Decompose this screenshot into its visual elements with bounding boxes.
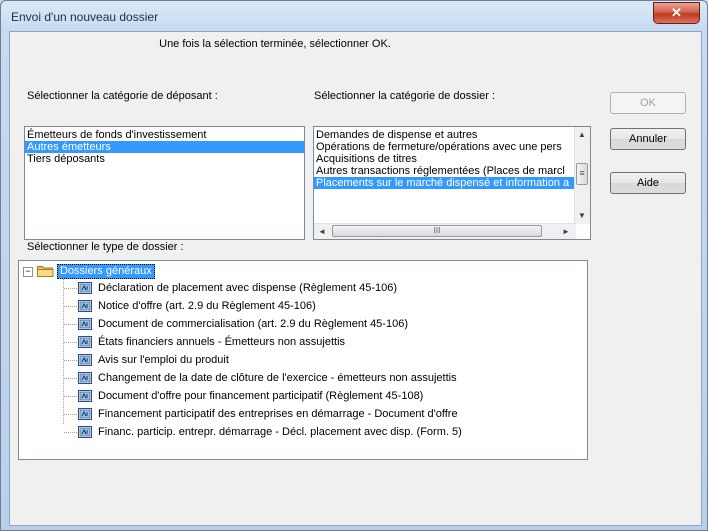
ok-button[interactable]: OK <box>610 92 686 114</box>
scroll-up-icon[interactable]: ▲ <box>578 130 586 139</box>
depositor-category-listbox[interactable]: Émetteurs de fonds d'investissement Autr… <box>24 126 305 240</box>
document-icon <box>78 426 92 439</box>
horizontal-scroll-thumb[interactable]: III <box>332 225 542 237</box>
list-item[interactable]: Opérations de fermeture/opérations avec … <box>314 141 576 153</box>
instruction-text: Une fois la sélection terminée, sélectio… <box>159 38 391 50</box>
list-item[interactable]: Acquisitions de titres <box>314 153 576 165</box>
file-type-label: Sélectionner le type de dossier : <box>27 241 184 253</box>
help-button[interactable]: Aide <box>610 172 686 194</box>
tree-node-item[interactable]: Notice d'offre (art. 2.9 du Règlement 45… <box>78 298 316 314</box>
collapse-icon[interactable]: − <box>23 267 33 277</box>
tree-node-root-label[interactable]: Dossiers généraux <box>57 264 155 279</box>
tree-node-label: Document de commercialisation (art. 2.9 … <box>98 318 408 330</box>
file-category-listbox[interactable]: Demandes de dispense et autres Opération… <box>313 126 591 240</box>
tree-connector <box>63 278 64 424</box>
tree-node-label: Financ. particip. entrepr. démarrage - D… <box>98 426 462 438</box>
window-title: Envoi d'un nouveau dossier <box>11 10 159 24</box>
title-bar[interactable]: Envoi d'un nouveau dossier ✕ <box>1 1 707 31</box>
scroll-down-icon[interactable]: ▼ <box>578 211 586 220</box>
tree-node-item[interactable]: Document de commercialisation (art. 2.9 … <box>78 316 408 332</box>
document-icon <box>78 354 92 367</box>
document-icon <box>78 390 92 403</box>
tree-node-item[interactable]: Document d'offre pour financement partic… <box>78 388 423 404</box>
close-icon: ✕ <box>671 5 682 20</box>
vertical-scrollbar[interactable]: ▲ ≡ ▼ <box>574 127 590 224</box>
document-icon <box>78 300 92 313</box>
horizontal-scrollbar[interactable]: ◄ III ► <box>314 223 576 239</box>
dialog-window: Envoi d'un nouveau dossier ✕ Une fois la… <box>0 0 708 531</box>
tree-connector <box>64 432 77 433</box>
tree-node-label: États financiers annuels - Émetteurs non… <box>98 336 346 348</box>
document-icon <box>78 282 92 295</box>
document-icon <box>78 318 92 331</box>
cancel-button[interactable]: Annuler <box>610 128 686 150</box>
list-item-selected[interactable]: Placements sur le marché dispensé et inf… <box>314 177 576 189</box>
file-type-tree[interactable]: − Dossiers généraux Déclaration de place… <box>18 260 588 460</box>
tree-connector <box>64 396 77 397</box>
tree-connector <box>64 288 77 289</box>
tree-node-item[interactable]: Déclaration de placement avec dispense (… <box>78 280 397 296</box>
tree-node-label: Déclaration de placement avec dispense (… <box>98 282 398 294</box>
tree-node-label: Notice d'offre (art. 2.9 du Règlement 45… <box>98 300 316 312</box>
tree-node-label: Changement de la date de clôture de l'ex… <box>98 372 457 384</box>
document-icon <box>78 408 92 421</box>
vertical-scroll-thumb[interactable]: ≡ <box>576 163 588 185</box>
tree-node-label: Financement participatif des entreprises… <box>98 408 458 420</box>
tree-node-item[interactable]: Changement de la date de clôture de l'ex… <box>78 370 457 386</box>
close-button[interactable]: ✕ <box>653 2 700 24</box>
dialog-client-area: Une fois la sélection terminée, sélectio… <box>9 31 702 526</box>
tree-node-item[interactable]: Financement participatif des entreprises… <box>78 406 458 422</box>
document-icon <box>78 336 92 349</box>
tree-node-item[interactable]: Avis sur l'emploi du produit <box>78 352 229 368</box>
document-icon <box>78 372 92 385</box>
tree-node-item[interactable]: Financ. particip. entrepr. démarrage - D… <box>78 424 462 440</box>
scroll-right-icon[interactable]: ► <box>562 227 570 236</box>
file-category-label: Sélectionner la catégorie de dossier : <box>314 90 495 102</box>
tree-connector <box>64 306 77 307</box>
list-item[interactable]: Émetteurs de fonds d'investissement <box>25 129 304 141</box>
tree-connector <box>64 324 77 325</box>
tree-node-label: Document d'offre pour financement partic… <box>98 390 424 402</box>
tree-connector <box>64 342 77 343</box>
tree-connector <box>64 414 77 415</box>
tree-node-label: Avis sur l'emploi du produit <box>98 354 229 366</box>
grip-icon: III <box>433 226 441 235</box>
tree-connector <box>64 378 77 379</box>
grip-icon: ≡ <box>579 168 585 178</box>
list-item[interactable]: Tiers déposants <box>25 153 304 165</box>
tree-node-item[interactable]: États financiers annuels - Émetteurs non… <box>78 334 345 350</box>
folder-icon <box>37 266 54 277</box>
list-item[interactable]: Autres transactions réglementées (Places… <box>314 165 576 177</box>
depositor-category-label: Sélectionner la catégorie de déposant : <box>27 90 218 102</box>
list-item-selected[interactable]: Autres émetteurs <box>25 141 304 153</box>
tree-connector <box>64 360 77 361</box>
list-item[interactable]: Demandes de dispense et autres <box>314 129 576 141</box>
scroll-left-icon[interactable]: ◄ <box>318 227 326 236</box>
